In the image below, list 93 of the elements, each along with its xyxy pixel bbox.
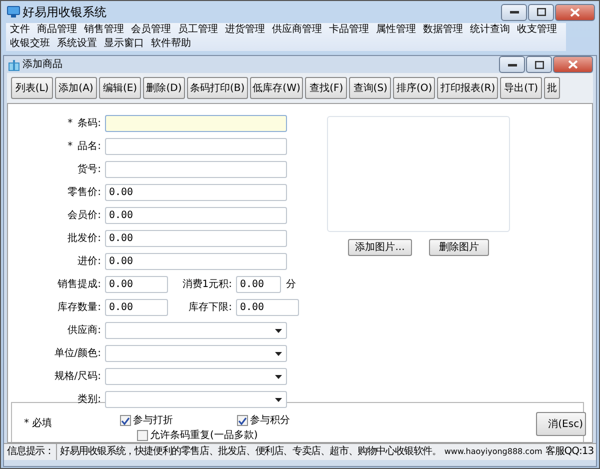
field-label: 单位/颜色: — [54, 346, 101, 361]
input-field[interactable]: 0.00 — [236, 299, 299, 316]
dropdown[interactable] — [105, 368, 287, 385]
input-field[interactable]: 0.00 — [105, 207, 287, 224]
dropdown-arrow-icon — [275, 352, 282, 356]
input-field[interactable]: 0.00 — [105, 276, 168, 293]
dropdown[interactable] — [105, 391, 287, 408]
toolbar-button[interactable]: 添加(A) — [55, 77, 97, 99]
menu-item[interactable]: 卡品管理 — [325, 23, 372, 37]
image-button[interactable]: 添加图片... — [348, 239, 412, 256]
field-label: 库存下限: — [188, 300, 232, 315]
status-message: 好易用收银系统，快捷便利的零售店、批发店、便利店、专卖店、超市、购物中心收银软件。 — [59, 444, 442, 459]
field-label: 条码: — [78, 117, 101, 131]
window-title: 好易用收银系统 — [22, 4, 106, 21]
menu-item[interactable]: 员工管理 — [174, 23, 221, 37]
menu-item[interactable]: 收支管理 — [513, 23, 560, 37]
toolbar-button[interactable]: 打印报表(R) — [437, 77, 498, 99]
checkbox[interactable]: 参与打折 — [120, 413, 173, 428]
window-title: 添加商品 — [22, 58, 62, 72]
required-note: * 必填 — [24, 416, 52, 431]
toolbar-button[interactable]: 编辑(E) — [99, 77, 141, 99]
maximize-icon — [534, 60, 544, 68]
toolbar-button[interactable]: 列表(L) — [11, 77, 53, 99]
toolbar-button[interactable]: 删除(D) — [143, 77, 185, 99]
field-label: 规格/尺码: — [54, 370, 101, 384]
menu-item[interactable]: 文件 — [6, 23, 33, 37]
cancel-button[interactable]: 消(Esc) — [536, 412, 586, 436]
toolbar-button[interactable]: 排序(O) — [393, 77, 436, 99]
menu-item[interactable]: 收银交班 — [6, 37, 53, 51]
dropdown-arrow-icon — [275, 328, 282, 332]
field-label: 品名: — [78, 140, 101, 154]
toolbar-button[interactable]: 查找(F) — [305, 77, 348, 99]
input-field[interactable]: 0.00 — [105, 299, 168, 316]
dropdown-arrow-icon — [275, 398, 282, 402]
field-label: 库存数量: — [58, 300, 101, 315]
close-icon — [570, 8, 580, 16]
dropdown-arrow-icon — [275, 374, 282, 378]
check-icon — [121, 416, 130, 424]
toolbar-button[interactable]: 查询(S) — [349, 77, 392, 99]
close-button[interactable] — [553, 56, 593, 73]
toolbar-button[interactable]: 批 — [544, 77, 560, 99]
menu-item[interactable]: 属性管理 — [372, 23, 419, 37]
input-field[interactable] — [105, 161, 287, 178]
field-label: 进价: — [78, 254, 101, 269]
menu-item[interactable]: 系统设置 — [53, 37, 100, 51]
maximize-button[interactable] — [528, 4, 554, 20]
support-contact: 客服QQ:13 — [544, 444, 594, 459]
menu-item[interactable]: 进货管理 — [221, 23, 268, 37]
minimize-button[interactable] — [501, 4, 527, 20]
field-label: 销售提成: — [58, 278, 101, 292]
unit-label: 分 — [286, 278, 296, 292]
minimize-icon — [508, 62, 516, 66]
maximize-button[interactable] — [526, 56, 552, 73]
input-field[interactable]: 0.00 — [236, 276, 281, 293]
menu-item[interactable]: 会员管理 — [127, 23, 174, 37]
monitor-icon — [7, 6, 20, 18]
menu-item[interactable]: 统计查询 — [466, 23, 513, 37]
required-marker: * — [68, 117, 73, 131]
field-label: 类别: — [78, 392, 101, 407]
required-marker: * — [68, 140, 73, 154]
input-field[interactable] — [105, 138, 287, 155]
input-field[interactable]: 0.00 — [105, 230, 287, 247]
minimize-icon — [510, 10, 518, 14]
website-link[interactable]: www.haoyiyong888.com — [441, 444, 542, 460]
toolbar-button[interactable]: 导出(T) — [500, 77, 542, 99]
field-label: 会员价: — [68, 209, 101, 223]
menu-item[interactable]: 数据管理 — [419, 23, 466, 37]
check-icon — [238, 416, 247, 424]
field-label: 零售价: — [68, 186, 101, 200]
maximize-icon — [536, 8, 546, 16]
dropdown[interactable] — [105, 345, 287, 362]
menu-item[interactable]: 软件帮助 — [147, 37, 194, 51]
input-field[interactable]: 0.00 — [105, 253, 287, 270]
close-icon — [568, 60, 578, 69]
close-button[interactable] — [555, 4, 595, 20]
image-button[interactable]: 删除图片 — [428, 239, 489, 256]
field-label: 供应商: — [68, 324, 101, 338]
dropdown[interactable] — [105, 322, 287, 339]
input-field[interactable] — [105, 115, 287, 132]
field-label: 货号: — [78, 163, 101, 177]
minimize-button[interactable] — [499, 56, 525, 73]
toolbar-button[interactable]: 条码打印(B) — [187, 77, 248, 99]
menu-item[interactable]: 显示窗口 — [100, 37, 147, 51]
input-field[interactable]: 0.00 — [105, 184, 287, 201]
checkbox[interactable]: 参与积分 — [237, 413, 290, 428]
menu-item[interactable]: 供应商管理 — [268, 23, 325, 37]
menu-item[interactable]: 销售管理 — [80, 23, 127, 37]
checkbox[interactable]: 允许条码重复(一品多款) — [137, 428, 258, 442]
menu-item[interactable]: 商品管理 — [33, 23, 80, 37]
status-label: 信息提示： — [4, 444, 58, 460]
field-label: 消费1元积: — [182, 278, 232, 292]
field-label: 批发价: — [68, 232, 101, 246]
toolbar-button[interactable]: 低库存(W) — [250, 77, 304, 99]
